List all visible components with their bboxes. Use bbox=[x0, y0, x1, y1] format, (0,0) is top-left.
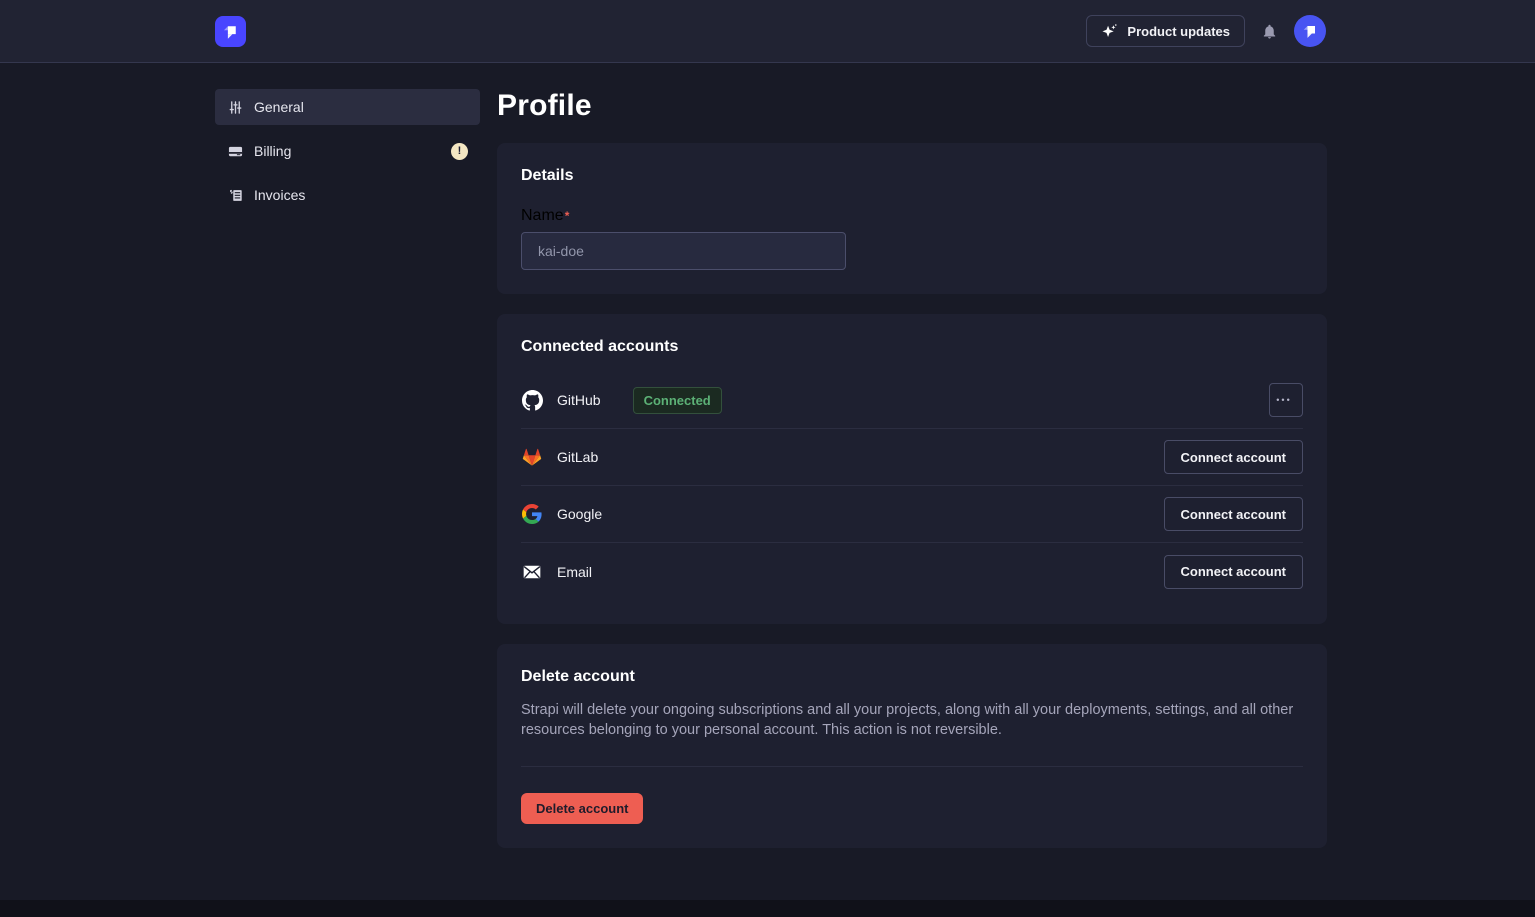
notifications-button[interactable] bbox=[1261, 23, 1278, 40]
page-title: Profile bbox=[497, 89, 1327, 123]
github-icon bbox=[521, 389, 543, 411]
sidebar-item-label: Billing bbox=[254, 143, 291, 159]
topbar: Product updates bbox=[0, 0, 1535, 63]
delete-account-title: Delete account bbox=[521, 668, 1303, 686]
row-actions: Connect account bbox=[1164, 555, 1303, 589]
provider: GitLab bbox=[521, 446, 598, 468]
page-body: General Billing ! Invoices bbox=[0, 63, 1535, 900]
row-actions: ••• bbox=[1269, 383, 1303, 417]
product-updates-button[interactable]: Product updates bbox=[1086, 15, 1245, 47]
footer-strip bbox=[0, 900, 1535, 917]
connect-email-button[interactable]: Connect account bbox=[1164, 555, 1303, 589]
sidebar-item-label: Invoices bbox=[254, 187, 305, 203]
sidebar-item-invoices[interactable]: Invoices bbox=[215, 177, 480, 213]
gitlab-icon bbox=[521, 446, 543, 468]
user-avatar[interactable] bbox=[1294, 15, 1326, 47]
name-input[interactable] bbox=[521, 232, 846, 270]
connected-status-badge: Connected bbox=[633, 387, 722, 414]
delete-account-description: Strapi will delete your ongoing subscrip… bbox=[521, 700, 1303, 740]
strapi-mark-icon bbox=[1300, 21, 1320, 41]
sidebar-item-general[interactable]: General bbox=[215, 89, 480, 125]
row-actions: Connect account bbox=[1164, 440, 1303, 474]
name-field-group: Name* bbox=[521, 207, 1303, 270]
product-updates-label: Product updates bbox=[1127, 24, 1230, 39]
account-row-google: Google Connect account bbox=[521, 486, 1303, 543]
connected-accounts-title: Connected accounts bbox=[521, 338, 1303, 356]
account-row-email: Email Connect account bbox=[521, 543, 1303, 600]
strapi-mark-icon bbox=[220, 21, 241, 42]
provider-name: GitHub bbox=[557, 392, 601, 408]
bell-icon bbox=[1261, 23, 1278, 40]
google-icon bbox=[521, 503, 543, 525]
billing-warning-badge: ! bbox=[451, 143, 468, 160]
details-card-title: Details bbox=[521, 167, 1303, 185]
sliders-icon bbox=[227, 100, 244, 115]
provider-name: Email bbox=[557, 564, 592, 580]
strapi-logo[interactable] bbox=[215, 16, 246, 47]
account-row-gitlab: GitLab Connect account bbox=[521, 429, 1303, 486]
github-options-button[interactable]: ••• bbox=[1269, 383, 1303, 417]
sidebar-item-billing[interactable]: Billing ! bbox=[215, 133, 480, 169]
connected-accounts-card: Connected accounts GitHub Connected ••• bbox=[497, 314, 1327, 624]
delete-account-button[interactable]: Delete account bbox=[521, 793, 643, 824]
provider-name: Google bbox=[557, 506, 602, 522]
provider-name: GitLab bbox=[557, 449, 598, 465]
provider: Email bbox=[521, 561, 592, 583]
provider: GitHub bbox=[521, 389, 601, 411]
connect-google-button[interactable]: Connect account bbox=[1164, 497, 1303, 531]
email-icon bbox=[521, 561, 543, 583]
details-card: Details Name* bbox=[497, 143, 1327, 294]
divider bbox=[521, 766, 1303, 767]
sidebar-item-label: General bbox=[254, 99, 304, 115]
delete-account-card: Delete account Strapi will delete your o… bbox=[497, 644, 1327, 848]
account-row-github: GitHub Connected ••• bbox=[521, 372, 1303, 429]
credit-card-icon bbox=[227, 144, 244, 159]
name-field-label: Name* bbox=[521, 207, 569, 224]
required-asterisk: * bbox=[565, 209, 570, 223]
ellipsis-icon: ••• bbox=[1276, 395, 1291, 405]
row-actions: Connect account bbox=[1164, 497, 1303, 531]
provider: Google bbox=[521, 503, 602, 525]
main-content: Profile Details Name* Connected accounts bbox=[497, 89, 1327, 868]
settings-sidebar: General Billing ! Invoices bbox=[215, 89, 480, 221]
sparkles-icon bbox=[1101, 23, 1118, 40]
invoice-icon bbox=[227, 188, 244, 203]
connect-gitlab-button[interactable]: Connect account bbox=[1164, 440, 1303, 474]
